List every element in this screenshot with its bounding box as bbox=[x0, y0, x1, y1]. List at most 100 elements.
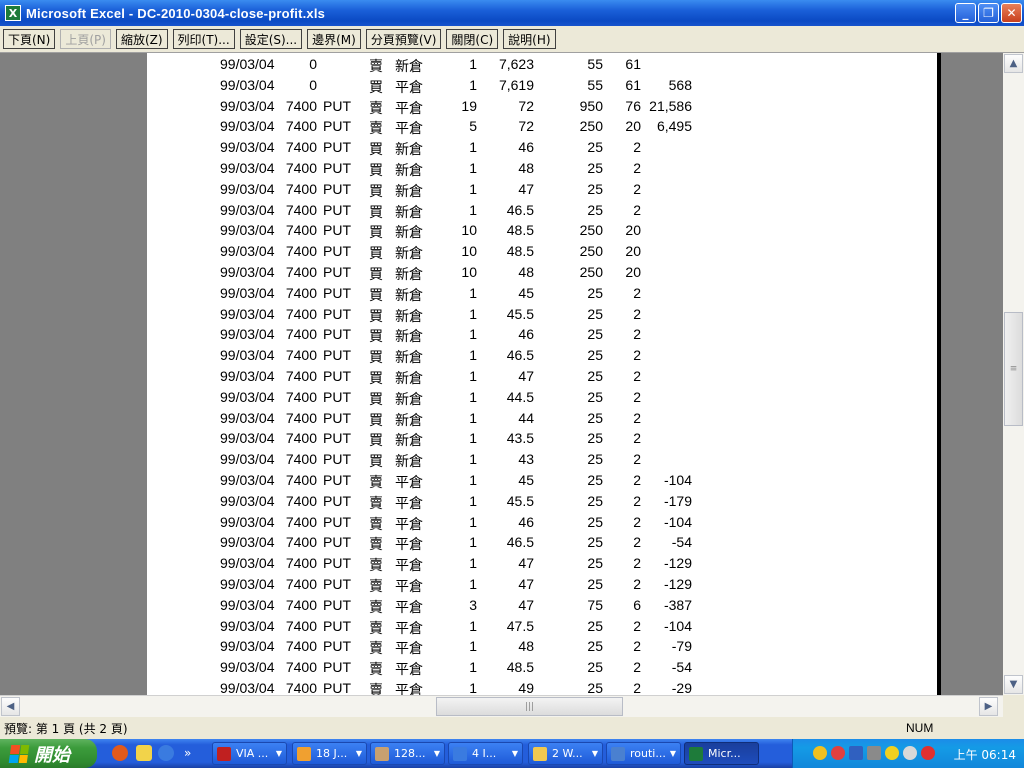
taskbar-task-button[interactable]: routi... ▼ bbox=[606, 742, 681, 765]
firefox-icon[interactable] bbox=[112, 745, 128, 761]
cell-oc: 平倉 bbox=[395, 494, 423, 511]
page-break-preview-button[interactable]: 分頁預覽(V) bbox=[365, 29, 442, 49]
cell-amount: 25 bbox=[587, 409, 603, 426]
cell-oc: 新倉 bbox=[395, 182, 423, 199]
quick-launch-more-icon[interactable]: » bbox=[184, 745, 200, 761]
cell-amount: 25 bbox=[587, 347, 603, 364]
cell-qty: 1 bbox=[469, 56, 477, 72]
margins-button[interactable]: 邊界(M) bbox=[307, 29, 361, 49]
taskbar-task-button[interactable]: 2 W... ▼ bbox=[528, 742, 603, 765]
start-button[interactable]: 開始 bbox=[0, 739, 97, 768]
cell-oc: 新倉 bbox=[395, 161, 423, 178]
cell-price: 47 bbox=[518, 180, 534, 197]
device-tray-icon[interactable] bbox=[903, 746, 917, 760]
security-shield-icon[interactable] bbox=[813, 746, 827, 760]
cell-strike: 7400 bbox=[285, 513, 317, 530]
cell-qty: 1 bbox=[469, 451, 477, 468]
scroll-left-button[interactable]: ◀ bbox=[1, 697, 20, 716]
cell-type: PUT bbox=[323, 513, 351, 530]
task-label: 4 I... bbox=[472, 747, 497, 760]
horizontal-scrollbar[interactable]: ◀ ||| ▶ bbox=[0, 695, 1003, 717]
cell-amount: 25 bbox=[587, 159, 603, 176]
cell-amount: 250 bbox=[579, 263, 603, 280]
cell-oc: 平倉 bbox=[395, 681, 423, 695]
taskbar-task-button[interactable]: 18 J... ▼ bbox=[292, 742, 367, 765]
cell-fee: 2 bbox=[633, 430, 641, 447]
cell-fee: 2 bbox=[633, 159, 641, 176]
cell-fee: 2 bbox=[633, 347, 641, 364]
cell-price: 44 bbox=[518, 409, 534, 426]
help-button[interactable]: 說明(H) bbox=[503, 29, 556, 49]
cell-amount: 25 bbox=[587, 201, 603, 218]
cell-oc: 平倉 bbox=[395, 598, 423, 615]
cell-strike: 7400 bbox=[285, 118, 317, 135]
cell-price: 47 bbox=[518, 575, 534, 592]
messenger-tray-icon[interactable] bbox=[885, 746, 899, 760]
print-button[interactable]: 列印(T)... bbox=[172, 29, 235, 49]
sheet-row: 99/03/04 7400 PUT 買新倉 1 45.5 25 2 bbox=[147, 304, 937, 325]
update-tray-icon[interactable] bbox=[921, 746, 935, 760]
cell-type: PUT bbox=[323, 118, 351, 135]
title-bar: X Microsoft Excel - DC-2010-0304-close-p… bbox=[0, 0, 1024, 26]
preview-area[interactable]: 99/03/04 0 賣新倉 1 7,623 55 61 99/03/04 0 買平倉 1 7,619… bbox=[0, 53, 1003, 695]
cell-oc: 新倉 bbox=[395, 286, 423, 303]
cell-qty: 10 bbox=[461, 243, 477, 260]
cell-strike: 7400 bbox=[285, 534, 317, 551]
cell-bs: 買 bbox=[369, 328, 383, 345]
previous-page-button[interactable]: 上頁(P) bbox=[60, 29, 111, 49]
cell-price: 49 bbox=[518, 679, 534, 695]
cell-oc: 新倉 bbox=[395, 224, 423, 241]
sheet-row: 99/03/04 7400 PUT 買新倉 1 43 25 2 bbox=[147, 449, 937, 470]
scroll-down-button[interactable]: ▼ bbox=[1004, 675, 1023, 694]
close-preview-button[interactable]: 關閉(C) bbox=[446, 29, 499, 49]
horizontal-scroll-thumb[interactable]: ||| bbox=[436, 697, 623, 716]
cell-price: 46.5 bbox=[506, 201, 534, 218]
taskbar-task-button[interactable]: Micr... bbox=[684, 742, 759, 765]
taskbar-task-button[interactable]: VIA ... ▼ bbox=[212, 742, 287, 765]
messenger-icon[interactable] bbox=[136, 745, 152, 761]
next-page-button[interactable]: 下頁(N) bbox=[3, 29, 56, 49]
cell-oc: 新倉 bbox=[395, 58, 423, 74]
close-window-button[interactable]: ✕ bbox=[1001, 3, 1022, 23]
taskbar-task-button[interactable]: 128... ▼ bbox=[370, 742, 445, 765]
volume-icon[interactable] bbox=[867, 746, 881, 760]
cell-bs: 買 bbox=[369, 224, 383, 241]
scroll-up-button[interactable]: ▲ bbox=[1004, 54, 1023, 73]
sheet-row: 99/03/04 7400 PUT 買新倉 1 46 25 2 bbox=[147, 324, 937, 345]
cell-pl: 6,495 bbox=[656, 118, 692, 135]
cell-strike: 7400 bbox=[285, 263, 317, 280]
task-app-icon bbox=[375, 746, 389, 761]
sheet-row: 99/03/04 7400 PUT 賣平倉 1 46 25 2 -104 bbox=[147, 512, 937, 533]
zoom-button[interactable]: 縮放(Z) bbox=[115, 29, 168, 49]
cell-qty: 1 bbox=[469, 617, 477, 634]
network-icon[interactable] bbox=[849, 746, 863, 760]
cell-bs: 買 bbox=[369, 411, 383, 428]
cell-amount: 25 bbox=[587, 575, 603, 592]
cell-qty: 1 bbox=[469, 180, 477, 197]
task-app-icon bbox=[611, 746, 625, 761]
cell-price: 72 bbox=[518, 97, 534, 114]
cell-strike: 7400 bbox=[285, 305, 317, 322]
minimize-button[interactable]: _ bbox=[955, 3, 976, 23]
cell-strike: 7400 bbox=[285, 388, 317, 405]
cell-pl: -79 bbox=[671, 638, 692, 655]
cell-fee: 2 bbox=[633, 451, 641, 468]
cell-bs: 買 bbox=[369, 453, 383, 470]
page-setup-button[interactable]: 設定(S)... bbox=[239, 29, 303, 49]
cell-amount: 25 bbox=[587, 659, 603, 676]
vertical-scroll-thumb[interactable]: ≡ bbox=[1004, 312, 1023, 426]
taskbar-task-button[interactable]: 4 I... ▼ bbox=[448, 742, 523, 765]
cell-oc: 新倉 bbox=[395, 265, 423, 282]
scroll-right-button[interactable]: ▶ bbox=[979, 697, 998, 716]
clock[interactable]: 上午 06:14 bbox=[954, 746, 1016, 763]
internet-explorer-icon[interactable] bbox=[158, 745, 174, 761]
task-app-icon bbox=[217, 746, 231, 761]
num-lock-indicator: NUM bbox=[906, 721, 934, 735]
vertical-scrollbar[interactable]: ▲ ≡ ▼ bbox=[1003, 53, 1024, 695]
cell-price: 72 bbox=[518, 118, 534, 135]
preview-page[interactable]: 99/03/04 0 賣新倉 1 7,623 55 61 99/03/04 0 買平倉 1 7,619… bbox=[147, 53, 941, 695]
excel-icon[interactable]: X bbox=[5, 5, 21, 21]
cell-type: PUT bbox=[323, 201, 351, 218]
antivirus-icon[interactable] bbox=[831, 746, 845, 760]
maximize-button[interactable]: ❐ bbox=[978, 3, 999, 23]
